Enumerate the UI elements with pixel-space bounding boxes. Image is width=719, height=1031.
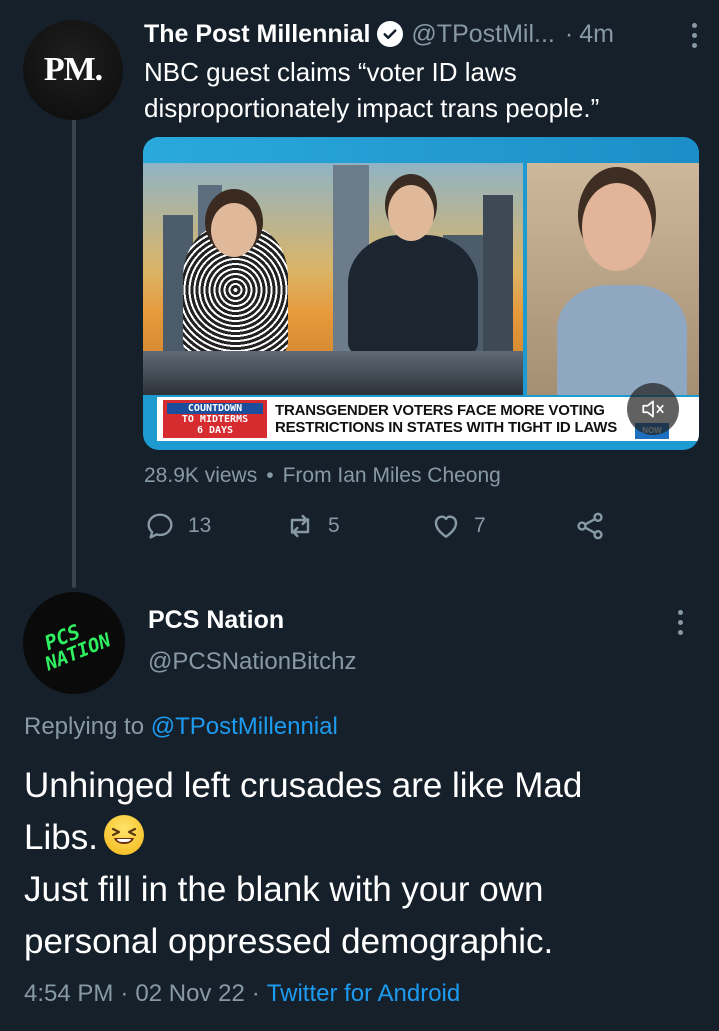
countdown-label: TO MIDTERMS bbox=[181, 413, 249, 425]
view-count: 28.9K views bbox=[144, 464, 258, 487]
tweet-text-line: Libs. bbox=[24, 812, 704, 864]
chyron-headline: TRANSGENDER VOTERS FACE MORE VOTING REST… bbox=[275, 402, 635, 436]
tweet-text: NBC guest claims “voter ID laws dispropo… bbox=[144, 54, 704, 126]
countdown-label: COUNTDOWN bbox=[167, 402, 263, 414]
news-chyron: COUNTDOWN TO MIDTERMS 6 DAYS TRANSGENDER… bbox=[157, 397, 699, 441]
speaker-muted-icon bbox=[642, 400, 664, 418]
tweet-actions: 13 5 7 bbox=[144, 510, 614, 554]
verified-icon bbox=[377, 21, 404, 47]
reply-button[interactable]: 13 bbox=[144, 510, 211, 542]
tweet-metadata: 4:54 PM · 02 Nov 22 · Twitter for Android bbox=[24, 980, 460, 1008]
replying-prefix: Replying to bbox=[24, 713, 145, 740]
tweet-time[interactable]: 4m bbox=[579, 20, 614, 49]
more-options-icon[interactable] bbox=[689, 21, 699, 48]
author-name[interactable]: PCS Nation bbox=[148, 606, 284, 635]
replying-to: Replying to @TPostMillennial bbox=[24, 713, 338, 741]
countdown-days: 6 DAYS bbox=[196, 424, 234, 436]
tweet-text-line: disproportionately impact trans people.” bbox=[144, 93, 600, 123]
chyron-line: RESTRICTIONS IN STATES WITH TIGHT ID LAW… bbox=[275, 419, 618, 436]
retweet-icon bbox=[290, 514, 310, 538]
avatar[interactable]: PM. bbox=[23, 20, 123, 120]
separator-dot: · bbox=[564, 19, 574, 48]
heart-icon bbox=[434, 515, 458, 538]
more-options-icon[interactable] bbox=[675, 610, 685, 635]
share-icon bbox=[577, 512, 603, 540]
retweet-count: 5 bbox=[328, 514, 340, 537]
squinting-laughing-emoji-icon bbox=[103, 815, 144, 855]
tweet-text-fragment: Libs. bbox=[24, 818, 98, 857]
tweet-header: The Post Millennial @TPostMil... · 4m bbox=[144, 14, 699, 54]
studio-scene bbox=[143, 163, 523, 395]
remote-guest-scene bbox=[527, 163, 699, 395]
thread-connector-line bbox=[72, 118, 76, 588]
tweet-date: 02 Nov 22 bbox=[135, 980, 245, 1007]
tweet-text: Unhinged left crusades are like Mad Libs… bbox=[24, 760, 704, 968]
tweet-text-line: personal oppressed demographic. bbox=[24, 922, 554, 961]
attribution[interactable]: From Ian Miles Cheong bbox=[283, 464, 501, 487]
avatar-logo-text: PCS NATION bbox=[35, 612, 114, 675]
tweet-text-line: NBC guest claims “voter ID laws bbox=[144, 57, 517, 87]
like-button[interactable]: 7 bbox=[430, 510, 486, 542]
video-media[interactable]: COUNTDOWN TO MIDTERMS 6 DAYS TRANSGENDER… bbox=[143, 137, 699, 450]
avatar-logo-text: PM. bbox=[43, 51, 103, 88]
views-info: 28.9K views • From Ian Miles Cheong bbox=[144, 464, 501, 488]
reply-icon bbox=[147, 513, 173, 539]
mute-button[interactable] bbox=[627, 383, 679, 435]
author-handle[interactable]: @PCSNationBitchz bbox=[148, 648, 356, 676]
avatar[interactable]: PCS NATION bbox=[23, 592, 125, 694]
tweet-time: 4:54 PM bbox=[24, 980, 114, 1007]
reply-count: 13 bbox=[188, 514, 212, 537]
separator-dot: · bbox=[120, 980, 129, 1007]
author-handle[interactable]: @TPostMil... bbox=[411, 20, 554, 49]
separator-dot: · bbox=[251, 980, 260, 1007]
chyron-line: TRANSGENDER VOTERS FACE MORE VOTING bbox=[275, 402, 605, 419]
video-top-graphic bbox=[143, 137, 699, 163]
retweet-button[interactable]: 5 bbox=[284, 510, 340, 542]
separator-bullet: • bbox=[266, 464, 274, 487]
share-button[interactable] bbox=[574, 510, 606, 542]
tweet-source-link[interactable]: Twitter for Android bbox=[267, 980, 460, 1007]
author-name[interactable]: The Post Millennial bbox=[144, 20, 370, 49]
news-desk bbox=[143, 351, 523, 395]
like-count: 7 bbox=[474, 514, 486, 537]
countdown-badge: COUNTDOWN TO MIDTERMS 6 DAYS bbox=[163, 400, 267, 438]
replying-to-link[interactable]: @TPostMillennial bbox=[151, 713, 338, 740]
tweet-text-line: Just fill in the blank with your own bbox=[24, 870, 544, 909]
tweet-text-line: Unhinged left crusades are like Mad bbox=[24, 766, 583, 805]
